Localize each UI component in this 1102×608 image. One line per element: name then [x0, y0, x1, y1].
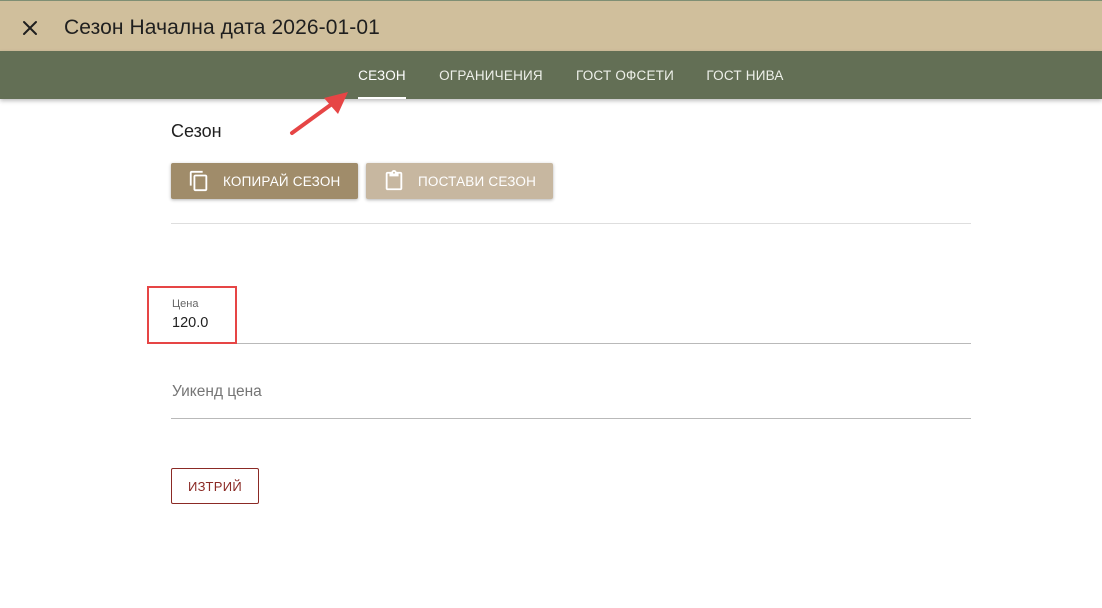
weekend-price-underline — [171, 418, 971, 419]
copy-season-button[interactable]: КОПИРАЙ СЕЗОН — [171, 163, 358, 199]
section-divider — [171, 223, 971, 224]
close-icon — [23, 21, 37, 35]
title-bar: Сезон Начална дата 2026-01-01 — [0, 0, 1102, 51]
tab-label: ГОСТ НИВА — [706, 67, 784, 83]
price-input[interactable]: 120.0 — [172, 315, 208, 331]
tab-bar: СЕЗОН ОГРАНИЧЕНИЯ ГОСТ ОФСЕТИ ГОСТ НИВА — [0, 51, 1102, 99]
weekend-price-input[interactable]: Уикенд цена — [172, 383, 262, 401]
price-label: Цена — [172, 298, 199, 310]
tab-label: ОГРАНИЧЕНИЯ — [439, 67, 543, 83]
tab-guest-offsets[interactable]: ГОСТ ОФСЕТИ — [575, 51, 675, 99]
copy-icon — [187, 169, 211, 193]
tab-season[interactable]: СЕЗОН — [358, 51, 406, 99]
dialog-title: Сезон Начална дата 2026-01-01 — [64, 16, 380, 39]
active-tab-indicator — [358, 97, 406, 99]
section-title: Сезон — [171, 121, 222, 141]
paste-season-button[interactable]: ПОСТАВИ СЕЗОН — [366, 163, 553, 199]
tab-restrictions[interactable]: ОГРАНИЧЕНИЯ — [438, 51, 544, 99]
price-underline — [171, 343, 971, 344]
dialog: Сезон Начална дата 2026-01-01 СЕЗОН ОГРА… — [0, 0, 1102, 608]
copy-season-label: КОПИРАЙ СЕЗОН — [223, 173, 341, 189]
clipboard-icon — [382, 169, 406, 193]
close-button[interactable] — [16, 14, 44, 42]
tab-guest-levels[interactable]: ГОСТ НИВА — [706, 51, 784, 99]
delete-button[interactable]: ИЗТРИЙ — [171, 468, 259, 504]
tab-label: СЕЗОН — [358, 67, 406, 83]
paste-season-label: ПОСТАВИ СЕЗОН — [418, 173, 537, 189]
tab-label: ГОСТ ОФСЕТИ — [575, 67, 675, 83]
